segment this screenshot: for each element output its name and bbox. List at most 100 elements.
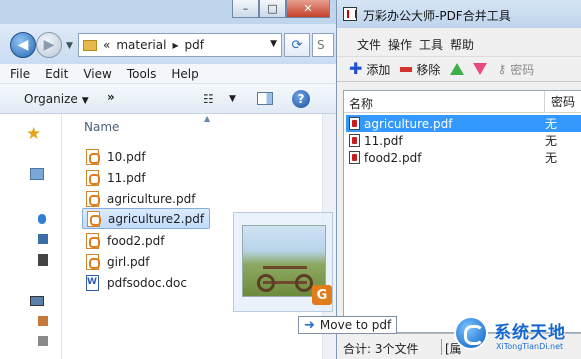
word-doc-icon <box>86 274 99 291</box>
menu-file[interactable]: File <box>10 67 30 81</box>
app-menu-file[interactable]: 文件 <box>357 36 381 53</box>
table-row-selected[interactable]: agriculture.pdf 无 <box>346 115 581 132</box>
password-label: 密码 <box>510 62 535 77</box>
minimize-button[interactable]: – <box>232 0 259 18</box>
chevron-down-icon: ▼ <box>81 96 89 106</box>
pdf-file-icon <box>86 190 100 207</box>
pdf-file-icon <box>86 148 100 165</box>
row-name: food2.pdf <box>364 150 422 165</box>
file-name: girl.pdf <box>107 254 150 269</box>
view-options-dropdown[interactable]: ▼ <box>229 94 236 104</box>
pdf-file-icon <box>86 253 100 270</box>
command-bar: Organize ▼ » ☷ ▼ ? <box>0 84 336 114</box>
favorites-star-icon[interactable]: ★ <box>26 124 41 144</box>
organize-button[interactable]: Organize ▼ <box>24 92 89 106</box>
drag-tooltip-text: Move to pdf <box>319 318 392 332</box>
row-password: 无 <box>545 134 558 148</box>
file-item[interactable]: agriculture.pdf <box>82 188 210 209</box>
table-row[interactable]: 11.pdf 无 <box>346 132 581 149</box>
recent-pages-dropdown[interactable]: ▼ <box>66 41 73 51</box>
file-item-selected[interactable]: agriculture2.pdf <box>82 208 210 229</box>
forward-button[interactable]: ▶ <box>36 32 62 58</box>
app-toolbar: ✚ 添加 移除 ⚷ 密码 <box>337 56 581 82</box>
close-button[interactable]: ✕ <box>286 0 330 18</box>
move-up-icon[interactable] <box>450 63 465 75</box>
file-item[interactable]: 11.pdf <box>82 167 210 188</box>
explorer-titlebar: – □ ✕ <box>0 0 336 24</box>
file-item[interactable]: food2.pdf <box>82 230 210 251</box>
plus-icon: ✚ <box>349 59 363 78</box>
videos-icon[interactable] <box>38 254 48 266</box>
app-menu-tools[interactable]: 工具 <box>419 36 443 53</box>
address-dropdown-icon[interactable]: ▼ <box>270 39 277 49</box>
pdf-file-icon <box>87 210 101 227</box>
drive-icon-2[interactable] <box>38 336 48 346</box>
table-row[interactable]: food2.pdf 无 <box>346 149 581 166</box>
add-label: 添加 <box>366 62 391 77</box>
maximize-button[interactable]: □ <box>259 0 286 18</box>
add-button[interactable]: ✚ 添加 <box>349 61 390 78</box>
file-item[interactable]: 10.pdf <box>82 146 210 167</box>
move-arrow-icon: ➜ <box>304 317 315 333</box>
menu-tools[interactable]: Tools <box>127 67 157 81</box>
row-password: 无 <box>545 151 558 165</box>
music-icon[interactable] <box>38 214 46 224</box>
more-commands-button[interactable]: » <box>107 90 115 104</box>
address-bar[interactable]: « material ▸ pdf ▼ <box>78 33 282 57</box>
minus-icon <box>400 66 413 72</box>
remove-label: 移除 <box>416 62 441 77</box>
column-header-password[interactable]: 密码 <box>544 91 575 113</box>
password-button[interactable]: ⚷ 密码 <box>497 61 534 78</box>
remove-button[interactable]: 移除 <box>400 61 440 78</box>
app-title: 万彩办公大师-PDF合并工具 <box>363 9 511 23</box>
column-header-name[interactable]: Name <box>84 120 119 134</box>
refresh-button[interactable]: ⟳ <box>284 33 310 57</box>
row-name: 11.pdf <box>364 133 403 148</box>
drag-thumbnail: G <box>233 212 333 312</box>
menu-edit[interactable]: Edit <box>45 67 68 81</box>
move-down-icon[interactable] <box>473 63 488 75</box>
file-name: pdfsodoc.doc <box>107 275 187 290</box>
back-button[interactable]: ◀ <box>10 32 36 58</box>
column-header-name-cn[interactable]: 名称 <box>349 95 373 112</box>
pdf-file-icon <box>349 134 360 147</box>
file-item[interactable]: pdfsodoc.doc <box>82 272 210 293</box>
explorer-menubar: File Edit View Tools Help <box>0 64 336 84</box>
watermark-title: 系统天地 <box>494 323 566 343</box>
menu-view[interactable]: View <box>83 67 111 81</box>
navigation-pane: ★ <box>0 114 62 359</box>
file-name: 11.pdf <box>107 170 146 185</box>
row-password: 无 <box>545 117 558 131</box>
address-segment-pdf[interactable]: pdf <box>184 38 203 52</box>
watermark-subtitle: XiTongTianDi.net <box>496 342 564 351</box>
key-icon: ⚷ <box>497 62 507 76</box>
wheel-shape <box>295 274 313 292</box>
file-name: 10.pdf <box>107 149 146 164</box>
app-menu-help[interactable]: 帮助 <box>450 36 474 53</box>
address-prefix[interactable]: « <box>103 38 110 52</box>
file-item[interactable]: girl.pdf <box>82 251 210 272</box>
watermark: 系统天地 XiTongTianDi.net <box>448 312 581 359</box>
drag-tooltip: ➜ Move to pdf <box>298 316 398 334</box>
preview-pane-icon[interactable] <box>257 92 273 105</box>
app-titlebar: 万彩办公大师-PDF合并工具 <box>337 0 581 28</box>
help-icon[interactable]: ? <box>292 90 310 108</box>
wheel-shape <box>257 274 275 292</box>
sort-indicator-icon: ▲ <box>204 114 211 123</box>
pdf-file-icon <box>86 232 100 249</box>
pictures-icon[interactable] <box>38 234 48 244</box>
pdf-file-icon <box>349 117 360 130</box>
file-name: agriculture2.pdf <box>108 211 205 226</box>
search-input[interactable]: S <box>312 33 334 57</box>
menu-help[interactable]: Help <box>171 67 198 81</box>
drive-icon[interactable] <box>38 316 48 326</box>
address-segment-material[interactable]: material <box>116 38 166 52</box>
libraries-icon[interactable] <box>30 168 44 180</box>
view-list-icon[interactable]: ☷ <box>203 92 214 106</box>
file-grid: 名称 密码 agriculture.pdf 无 11.pdf 无 food2.pdf… <box>343 90 581 333</box>
organize-label: Organize <box>24 92 78 106</box>
app-menu-operate[interactable]: 操作 <box>388 36 412 53</box>
computer-icon[interactable] <box>30 296 44 306</box>
app-logo-icon <box>343 7 357 21</box>
address-separator[interactable]: ▸ <box>172 38 178 52</box>
